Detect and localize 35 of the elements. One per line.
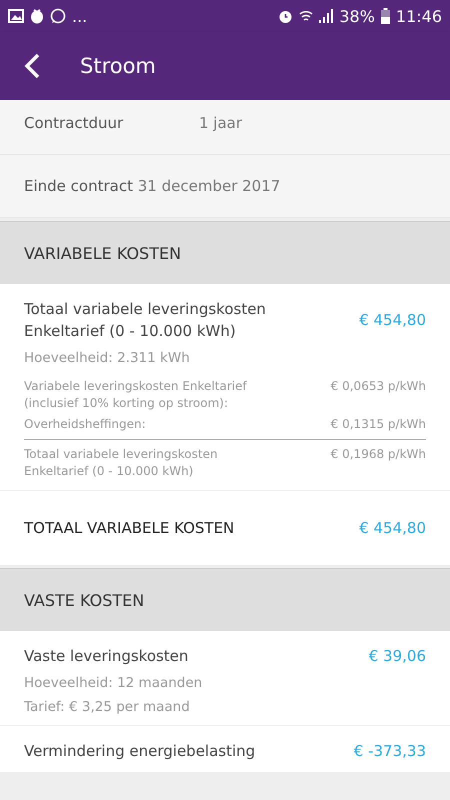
- battery-icon: [380, 8, 390, 24]
- cost-detail: Hoeveelheid: 12 maanden: [24, 675, 204, 691]
- cost-amount: € 454,80: [359, 311, 426, 329]
- battery-percentage: 38%: [339, 6, 375, 26]
- back-icon: [24, 53, 40, 79]
- mascot-icon: [30, 8, 44, 24]
- alarm-icon: [278, 8, 294, 24]
- contract-value: 1 jaar: [199, 114, 242, 132]
- chat-icon: [50, 8, 66, 24]
- gallery-icon: [8, 9, 24, 23]
- cost-amount: € 39,06: [368, 647, 426, 665]
- cost-detail: Tarief: € 3,25 per maand: [24, 699, 191, 715]
- signal-icon: [319, 9, 334, 23]
- cost-detail: Hoeveelheid: 2.311 kWh: [24, 350, 191, 366]
- breakdown-value: € 0,0653 p/kWh: [330, 378, 426, 395]
- section-title: VARIABELE KOSTEN: [24, 244, 182, 262]
- cost-amount: € -373,33: [354, 742, 426, 760]
- breakdown-value: € 0,1968 p/kWh: [330, 446, 426, 463]
- cost-title: Totaal variabele leveringskosten Enkeltarief (0 - 10.000 kWh): [24, 299, 267, 342]
- contract-label: Contractduur: [24, 114, 124, 132]
- cost-title: Vaste leveringskosten: [24, 646, 188, 667]
- breakdown-label: Totaal variabele leveringskosten Enkeltarief (0 - 10.000 kWh): [24, 446, 219, 480]
- breakdown-label: Overheidsheffingen:: [24, 416, 146, 433]
- more-notifications: ...: [72, 6, 88, 26]
- section-title: VASTE KOSTEN: [24, 590, 144, 610]
- back-button[interactable]: [24, 53, 40, 79]
- breakdown-label: Variabele leveringskosten Enkeltarief (inclusief 10% korting op stroom):: [24, 378, 248, 412]
- cost-title: Vermindering energiebelasting: [24, 741, 256, 762]
- total-label: TOTAAL VARIABELE KOSTEN: [24, 519, 234, 537]
- clock: 11:46: [396, 6, 442, 26]
- breakdown-value: € 0,1315 p/kWh: [330, 416, 426, 433]
- contract-text: Einde contract 31 december 2017: [24, 177, 280, 195]
- wifi-icon: [299, 8, 314, 24]
- total-amount: € 454,80: [359, 519, 426, 537]
- screen-title: Stroom: [80, 54, 156, 78]
